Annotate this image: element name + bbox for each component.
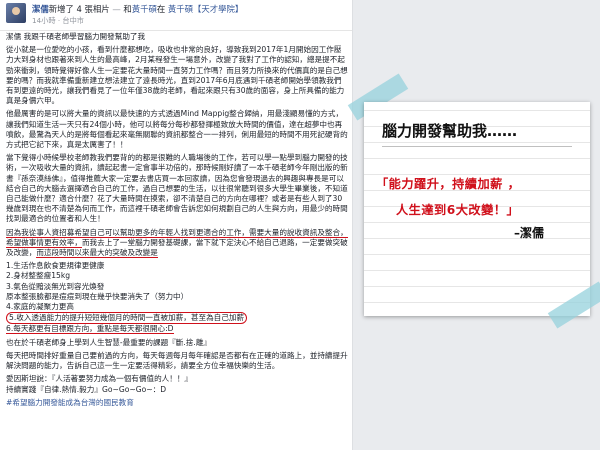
list-item: 4.家庭的凝聚力更高 <box>6 302 74 312</box>
post-paragraph: 從小就是一位愛吃的小孩，看到什麼都想吃，吸收也非常的良好，導致我到2017年1月… <box>6 45 348 106</box>
card-quote-line: 人生達到6大改變！」 <box>396 203 520 217</box>
list-item: 1.生活作息飲食更規律更健康 <box>6 261 105 271</box>
highlight-box: 5.收入透過能力的提升短短幾個月的時間一直被加薪，甚至為自己加薪 <box>6 312 248 325</box>
post-paragraph: 因為我從事人資招募希望自己可以幫助更多的年輕人找到更適合的工作，需要大量的說收資… <box>6 227 348 259</box>
highlight-underline: 6.每天都更有目標跟方向，重點是每天都很開心:D <box>6 324 174 335</box>
card-quote-line: 「能力躍升，持續加薪 ， <box>376 177 521 191</box>
post-time[interactable]: 14小時 <box>32 16 56 25</box>
post-paragraph: 潔儒 我跟千碩老師學習腦力開發幫助了我 <box>6 32 146 41</box>
post-action: 新增了 4 張相片 <box>48 4 110 14</box>
highlight-underline: 而這段時間以來最大的突破及改變是 <box>36 248 158 259</box>
card-title: 腦力開發幫助我…… <box>382 122 518 140</box>
post-paragraph: 當下覺得小時候學校老師教我們要背的的都是很難的人職場後的工作，若可以學一點學到腦… <box>6 153 348 224</box>
list-item: 3.氣色從黯淡無光到容光煥發 <box>6 281 105 291</box>
post-paragraph: 愛因斯坦說：『人活著要努力成為一個有價值的人！！』 <box>6 374 193 384</box>
post-paragraph: 也在於千碩老師身上學到人生智慧-最重要的課題『斷.捨.離』 <box>6 337 212 347</box>
post-paragraph: 每天把時間排好重量自己要前過的方向，每天每週每月每年確認是否都有在正確的道路上，… <box>6 350 348 371</box>
card-divider <box>382 146 572 147</box>
hashtag-link[interactable]: #希望腦力開發能成為台灣的國民教育 <box>6 398 348 408</box>
post-paragraph: 他最厲害的是可以將大量的資訊以最快速的方式透過Mind Mappig整合歸納，用… <box>6 109 348 150</box>
post-location[interactable]: 台中市 <box>62 16 84 25</box>
quote-card: 腦力開發幫助我…… 「能力躍升，持續加薪 ， 人生達到6大改變！」 –潔儒 <box>364 102 590 316</box>
author-name[interactable]: 潔儒 <box>32 4 49 14</box>
tagged-person-link[interactable]: 黃千碩 <box>132 4 157 14</box>
post-header: 潔儒新增了 4 張相片 — 和黃千碩在 黃千碩【天才學院】 14小時 · 台中市 <box>0 0 352 31</box>
post-paragraph: 持續實踐『自律.熱情.毅力』Go~Go~Go~：D <box>6 384 167 394</box>
at-text: 在 <box>156 4 166 14</box>
with-text: 和 <box>123 4 132 14</box>
post-meta: 14小時 · 台中市 <box>32 16 84 25</box>
separator: — <box>112 4 121 14</box>
list-item: 原本整張臉都是痘痘到現在幾乎快要消失了（努力中） <box>6 291 189 301</box>
list-item: 2.身材整整瘦15kg <box>6 271 71 281</box>
avatar[interactable] <box>6 3 26 23</box>
post-header-line: 潔儒新增了 4 張相片 — 和黃千碩在 黃千碩【天才學院】 <box>32 3 243 15</box>
facebook-post: 潔儒新增了 4 張相片 — 和黃千碩在 黃千碩【天才學院】 14小時 · 台中市… <box>0 0 353 450</box>
card-signature: –潔儒 <box>514 226 545 240</box>
post-body: 潔儒 我跟千碩老師學習腦力開發幫助了我 從小就是一位愛吃的小孩，看到什麼都想吃，… <box>6 32 348 411</box>
place-link[interactable]: 黃千碩【天才學院】 <box>168 4 243 14</box>
